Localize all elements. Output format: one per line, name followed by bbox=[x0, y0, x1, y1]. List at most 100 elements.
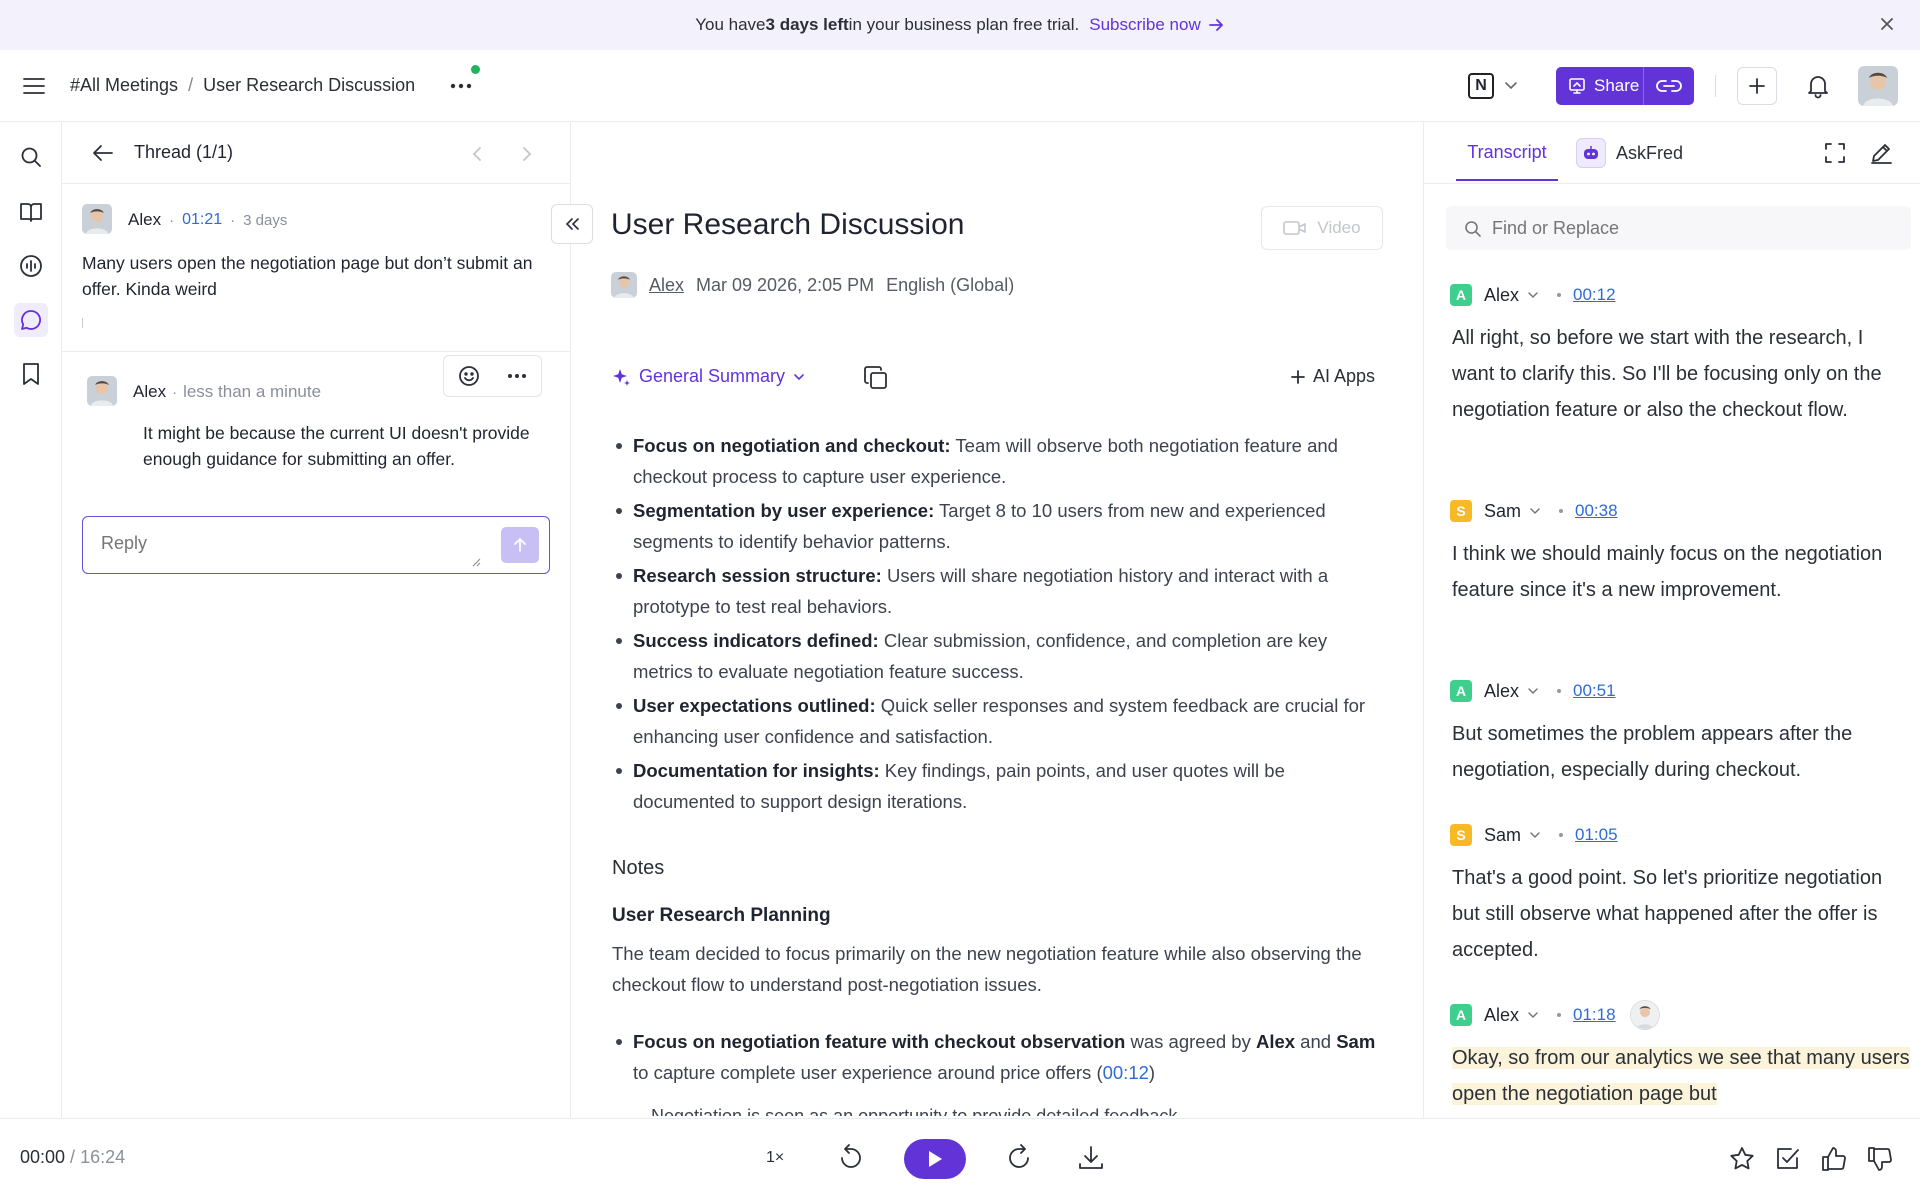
arrow-left-icon[interactable] bbox=[92, 143, 114, 163]
page-title: User Research Discussion bbox=[611, 208, 965, 241]
note-bold: Sam bbox=[1336, 1031, 1376, 1052]
rewind-icon[interactable] bbox=[836, 1143, 866, 1173]
add-button[interactable] bbox=[1737, 67, 1777, 105]
search-icon bbox=[1465, 221, 1481, 237]
rail-library[interactable] bbox=[14, 195, 48, 229]
breadcrumb-all-meetings[interactable]: #All Meetings bbox=[70, 75, 178, 96]
timestamp-link[interactable]: 01:18 bbox=[1573, 1005, 1616, 1025]
meeting-summary: User Research Discussion Video Alex Mar … bbox=[571, 122, 1423, 1118]
share-label-area[interactable]: Share bbox=[1556, 67, 1644, 105]
summary-type-dropdown[interactable]: General Summary bbox=[611, 366, 805, 387]
copy-link-button[interactable] bbox=[1644, 79, 1694, 93]
plus-icon bbox=[1749, 78, 1765, 94]
meta-dot: · bbox=[169, 211, 175, 229]
more-options-icon[interactable] bbox=[507, 373, 527, 379]
bell-icon[interactable] bbox=[1806, 73, 1830, 99]
video-button[interactable]: Video bbox=[1261, 206, 1383, 250]
video-icon bbox=[1283, 221, 1307, 235]
rail-comments[interactable] bbox=[14, 303, 48, 337]
timestamp-link[interactable]: 01:05 bbox=[1575, 825, 1618, 845]
chevron-right-icon[interactable] bbox=[522, 146, 532, 162]
banner-prefix: You have bbox=[695, 15, 766, 34]
highlighted-transcript-text[interactable]: Okay, so from our analytics we see that … bbox=[1452, 1047, 1910, 1105]
current-time: 00:00 bbox=[20, 1147, 66, 1167]
comment-author-avatar[interactable] bbox=[1629, 1000, 1660, 1030]
user-avatar[interactable] bbox=[1858, 66, 1898, 106]
chevron-down-icon[interactable] bbox=[1529, 507, 1541, 515]
chevron-down-icon[interactable] bbox=[1527, 291, 1539, 299]
separator-dot bbox=[1557, 689, 1562, 693]
hamburger-menu-icon[interactable] bbox=[22, 75, 46, 97]
chevron-down-icon[interactable] bbox=[1504, 81, 1518, 91]
send-reply-button[interactable] bbox=[501, 527, 539, 563]
timestamp-link[interactable]: 00:51 bbox=[1573, 681, 1616, 701]
timestamp-link[interactable]: 00:12 bbox=[1573, 285, 1616, 305]
chevron-down-icon bbox=[794, 373, 804, 380]
list-item: Focus on negotiation and checkout: Team … bbox=[611, 430, 1391, 492]
ai-apps-button[interactable]: AI Apps bbox=[1291, 366, 1375, 387]
meeting-meta: Alex Mar 09 2026, 2:05 PM English (Globa… bbox=[611, 272, 1014, 298]
ai-apps-label: AI Apps bbox=[1312, 366, 1375, 386]
star-icon[interactable] bbox=[1728, 1145, 1756, 1173]
more-options-icon[interactable] bbox=[450, 82, 472, 90]
chevron-down-icon[interactable] bbox=[1527, 687, 1539, 695]
breadcrumb-separator: / bbox=[188, 75, 194, 95]
subscribe-link[interactable]: Subscribe now bbox=[1089, 15, 1225, 35]
find-replace-input[interactable] bbox=[1492, 218, 1872, 239]
meeting-language[interactable]: English (Global) bbox=[886, 275, 1014, 296]
close-icon[interactable] bbox=[1878, 15, 1896, 33]
separator-dot bbox=[1557, 1013, 1562, 1017]
tab-transcript[interactable]: Transcript bbox=[1456, 142, 1558, 181]
rail-audio[interactable] bbox=[14, 249, 48, 283]
emoji-icon[interactable] bbox=[458, 365, 480, 387]
timestamp-link[interactable]: 00:38 bbox=[1575, 501, 1618, 521]
speaker-name[interactable]: Alex bbox=[1484, 681, 1519, 702]
list-item: User expectations outlined: Quick seller… bbox=[611, 690, 1391, 752]
fast-forward-icon[interactable] bbox=[1004, 1143, 1034, 1173]
search-icon bbox=[21, 147, 41, 167]
transcript-entry: S Sam 00:38 I think we should mainly foc… bbox=[1450, 498, 1910, 608]
speaker-name[interactable]: Alex bbox=[1484, 1005, 1519, 1026]
speaker-name[interactable]: Sam bbox=[1484, 825, 1521, 846]
pencil-icon[interactable] bbox=[1870, 142, 1892, 164]
bookmark-icon bbox=[23, 363, 39, 385]
notes-bullets: Focus on negotiation feature with checko… bbox=[611, 1026, 1391, 1088]
transcript-entry: S Sam 01:05 That's a good point. So let'… bbox=[1450, 822, 1910, 968]
rail-bookmarks[interactable] bbox=[14, 357, 48, 391]
thread-header: Thread (1/1) bbox=[62, 122, 570, 184]
speaker-name[interactable]: Alex bbox=[1484, 285, 1519, 306]
download-icon[interactable] bbox=[1076, 1143, 1106, 1173]
thread-root-message: Alex · 01:21 · 3 days Many users open th… bbox=[62, 184, 571, 352]
message-actions bbox=[443, 355, 542, 397]
message-age: less than a minute bbox=[183, 382, 322, 401]
checkbox-icon[interactable] bbox=[1774, 1145, 1802, 1173]
speaker-name[interactable]: Sam bbox=[1484, 501, 1521, 522]
avatar bbox=[82, 204, 112, 234]
share-button[interactable]: Share bbox=[1556, 67, 1694, 105]
chevron-left-icon[interactable] bbox=[472, 146, 482, 162]
play-button[interactable] bbox=[904, 1139, 966, 1179]
note-text: ) bbox=[1148, 1062, 1156, 1083]
chevron-down-icon[interactable] bbox=[1527, 1011, 1539, 1019]
note-bold: Focus on negotiation feature with checko… bbox=[633, 1031, 1126, 1052]
reply-input[interactable] bbox=[101, 533, 461, 554]
meeting-author-link[interactable]: Alex bbox=[649, 275, 684, 296]
rail-search[interactable] bbox=[14, 140, 48, 174]
playback-speed-button[interactable]: 1× bbox=[766, 1149, 784, 1167]
fullscreen-icon[interactable] bbox=[1824, 142, 1846, 164]
thread-panel: Thread (1/1) Alex · 01:21 · 3 days Many … bbox=[62, 122, 571, 1118]
note-timestamp-link[interactable]: 00:12 bbox=[1103, 1062, 1149, 1083]
notion-icon[interactable]: N bbox=[1468, 73, 1494, 99]
thumbs-down-icon[interactable] bbox=[1866, 1145, 1894, 1173]
bullet-title: Success indicators defined: bbox=[633, 630, 879, 651]
chevron-down-icon[interactable] bbox=[1529, 831, 1541, 839]
thumbs-up-icon[interactable] bbox=[1820, 1145, 1848, 1173]
message-age: 3 days bbox=[243, 211, 288, 229]
resize-handle-icon[interactable] bbox=[471, 557, 481, 567]
note-text: was agreed by bbox=[1125, 1031, 1256, 1052]
copy-icon[interactable] bbox=[863, 365, 889, 391]
list-item: Research session structure: Users will s… bbox=[611, 560, 1391, 622]
message-timestamp-link[interactable]: 01:21 bbox=[182, 211, 222, 229]
separator-dot bbox=[1557, 293, 1562, 297]
tab-askfred[interactable]: AskFred bbox=[1576, 138, 1683, 168]
